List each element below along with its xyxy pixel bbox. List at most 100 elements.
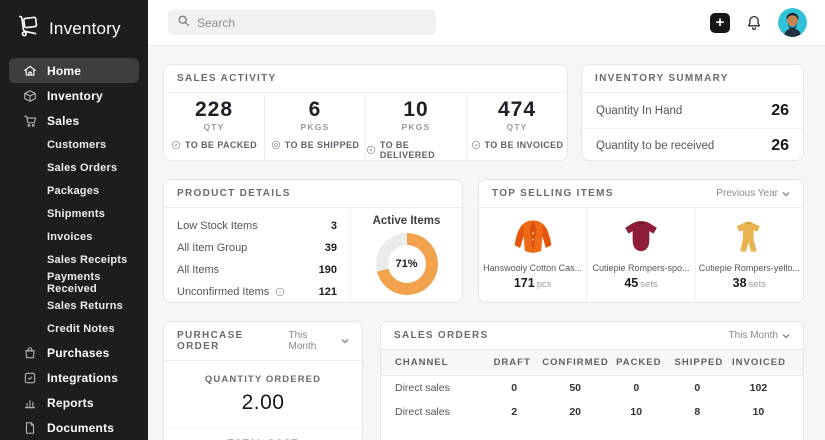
notifications-bell-icon[interactable] — [745, 14, 763, 32]
inventory-summary-row: Quantity to be received 26 — [582, 128, 803, 161]
sidebar-item-packages[interactable]: Packages — [0, 179, 148, 202]
donut-percent: 71% — [376, 233, 438, 295]
box-icon — [22, 89, 37, 103]
sidebar-item-customers[interactable]: Customers — [0, 133, 148, 156]
metric-value: 474 — [498, 98, 536, 121]
topbar: + — [148, 0, 825, 46]
row-label: Quantity to be received — [596, 140, 714, 152]
circle-check-icon — [171, 140, 181, 150]
bar-chart-icon — [22, 396, 37, 410]
row-value: 26 — [771, 137, 789, 155]
maroon-romper-image — [616, 214, 666, 260]
sidebar-item-label: Packages — [47, 185, 99, 197]
card-title: PRODUCT DETAILS — [177, 188, 291, 199]
sales-activity-card: SALES ACTIVITY 228 QTY TO BE PACKED 6 PK… — [163, 64, 568, 161]
metric-unit: PKGS — [301, 122, 330, 132]
unconfirmed-items-row[interactable]: Unconfirmed Items 121 — [177, 281, 337, 303]
period-selector[interactable]: This Month — [729, 330, 790, 341]
row-label: All Items — [177, 264, 219, 276]
cell: 2 — [484, 406, 545, 418]
user-avatar[interactable] — [778, 8, 807, 37]
info-icon[interactable] — [275, 287, 285, 297]
column-header: SHIPPED — [669, 357, 729, 368]
cart-icon — [22, 114, 37, 128]
row-label: All Item Group — [177, 242, 247, 254]
row-value: 26 — [771, 102, 789, 120]
item-name: Cutiepie Rompers-yello... — [699, 263, 800, 273]
quantity-ordered-label: QUANTITY ORDERED — [205, 374, 321, 385]
row-value: 190 — [319, 264, 337, 276]
sidebar-item-shipments[interactable]: Shipments — [0, 202, 148, 225]
integrations-icon — [22, 371, 37, 385]
metric-to-be-invoiced[interactable]: 474 QTY TO BE INVOICED — [467, 93, 567, 161]
sidebar-item-documents[interactable]: Documents — [9, 415, 139, 440]
sidebar-item-label: Sales — [47, 114, 79, 128]
purchase-order-card: PURHCASE ORDER This Month QUANTITY ORDER… — [163, 321, 363, 440]
row-label: Quantity In Hand — [596, 105, 682, 117]
divider — [164, 427, 362, 428]
sidebar-item-label: Documents — [47, 421, 114, 435]
metric-unit: QTY — [203, 122, 224, 132]
quick-add-button[interactable]: + — [710, 13, 730, 33]
row-label: Unconfirmed Items — [177, 286, 285, 298]
all-item-group-row[interactable]: All Item Group 39 — [177, 237, 337, 259]
column-header: CONFIRMED — [542, 357, 609, 368]
sidebar-item-sales[interactable]: Sales — [9, 108, 139, 133]
low-stock-items-row[interactable]: Low Stock Items 3 — [177, 215, 337, 237]
document-icon — [22, 421, 37, 435]
sidebar-item-invoices[interactable]: Invoices — [0, 225, 148, 248]
top-item-3[interactable]: Cutiepie Rompers-yello... 38sets — [696, 208, 803, 303]
sidebar-item-label: Shipments — [47, 208, 105, 220]
period-selector[interactable]: This Month — [288, 330, 349, 352]
metric-unit: QTY — [506, 122, 527, 132]
sidebar-item-payments-received[interactable]: Payments Received — [0, 271, 148, 294]
column-header: DRAFT — [482, 357, 542, 368]
row-value: 3 — [331, 220, 337, 232]
metric-to-be-delivered[interactable]: 10 PKGS TO BE DELIVERED — [366, 93, 467, 161]
sidebar-item-sales-orders[interactable]: Sales Orders — [0, 156, 148, 179]
metric-to-be-shipped[interactable]: 6 PKGS TO BE SHIPPED — [265, 93, 366, 161]
chevron-down-icon — [782, 191, 790, 197]
metric-value: 6 — [309, 98, 322, 121]
inventory-summary-row: Quantity In Hand 26 — [582, 93, 803, 128]
sidebar-item-home[interactable]: Home — [9, 58, 139, 83]
sidebar-item-label: Sales Returns — [47, 300, 123, 312]
sidebar-item-reports[interactable]: Reports — [9, 390, 139, 415]
sidebar-item-sales-receipts[interactable]: Sales Receipts — [0, 248, 148, 271]
sidebar-item-inventory[interactable]: Inventory — [9, 83, 139, 108]
card-title: PURHCASE ORDER — [177, 330, 288, 352]
period-selector[interactable]: Previous Year — [716, 188, 790, 199]
cell: 10 — [606, 406, 667, 418]
search-icon — [177, 14, 190, 32]
all-items-row[interactable]: All Items 190 — [177, 259, 337, 281]
yellow-romper-image — [726, 214, 772, 260]
sidebar-item-label: Purchases — [47, 346, 110, 360]
top-selling-items-card: TOP SELLING ITEMS Previous Year — [478, 179, 804, 303]
item-name: Hanswooly Cotton Cas... — [483, 263, 582, 273]
metric-label: TO BE PACKED — [171, 140, 257, 150]
sidebar-item-integrations[interactable]: Integrations — [9, 365, 139, 390]
active-items-donut: 71% — [376, 233, 438, 295]
sidebar-item-sales-returns[interactable]: Sales Returns — [0, 294, 148, 317]
sidebar-item-credit-notes[interactable]: Credit Notes — [0, 317, 148, 340]
sales-orders-card: SALES ORDERS This Month CHANNEL DRAFT CO… — [380, 321, 804, 440]
app-title: Inventory — [49, 19, 121, 39]
card-title: INVENTORY SUMMARY — [595, 73, 729, 84]
metric-label: TO BE DELIVERED — [366, 140, 466, 160]
metric-label: TO BE SHIPPED — [271, 140, 360, 150]
metric-value: 10 — [403, 98, 428, 121]
circle-check-icon — [471, 140, 481, 150]
top-item-2[interactable]: Cutiepie Rompers-spo... 45sets — [587, 208, 695, 303]
search-box[interactable] — [168, 10, 436, 35]
sidebar-item-purchases[interactable]: Purchases — [9, 340, 139, 365]
sidebar-item-label: Integrations — [47, 371, 118, 385]
quantity-ordered-value: 2.00 — [242, 391, 285, 415]
item-name: Cutiepie Rompers-spo... — [592, 263, 689, 273]
orange-cardigan-image — [505, 214, 561, 260]
search-input[interactable] — [197, 16, 427, 30]
metric-to-be-packed[interactable]: 228 QTY TO BE PACKED — [164, 93, 265, 161]
row-value: 39 — [325, 242, 337, 254]
cell: 0 — [667, 382, 728, 394]
top-item-1[interactable]: Hanswooly Cotton Cas... 171pcs — [479, 208, 587, 303]
card-title: TOP SELLING ITEMS — [492, 188, 614, 199]
